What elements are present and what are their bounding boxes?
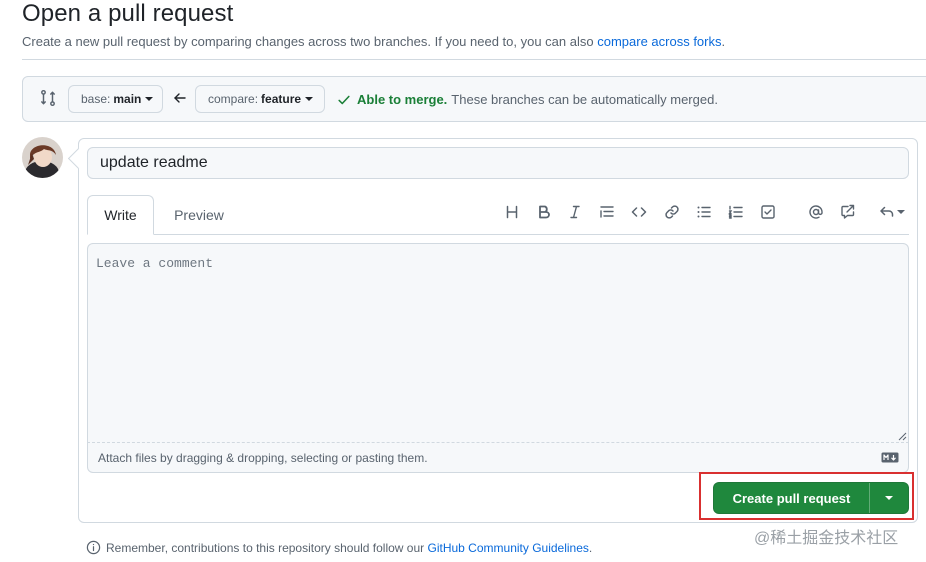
merge-status-detail: These branches can be automatically merg… [451,92,718,107]
link-icon[interactable] [660,200,684,224]
reference-icon[interactable] [836,200,860,224]
markdown-icon[interactable] [881,452,899,463]
create-pull-request-label: Create pull request [732,490,851,506]
ordered-list-icon[interactable] [724,200,748,224]
base-branch-selector[interactable]: base: main [68,85,163,113]
chevron-down-icon [897,210,905,214]
footer-note: Remember, contributions to this reposito… [86,540,592,555]
code-icon[interactable] [627,200,651,224]
merge-status-label: Able to merge. [357,92,448,107]
quote-icon[interactable] [595,200,619,224]
compare-forks-link[interactable]: compare across forks [597,34,721,49]
base-branch-prefix: base: [81,92,111,106]
create-pull-request-button[interactable]: Create pull request [713,482,909,514]
mention-icon[interactable] [804,200,828,224]
chevron-down-icon [305,97,314,101]
unordered-list-icon[interactable] [692,200,716,224]
compare-branch-name: feature [261,92,302,106]
arrow-left-icon [174,93,186,103]
page-title: Open a pull request [22,0,234,27]
comment-textarea[interactable] [87,243,909,443]
compare-bar: base: main compare: feature Able to merg… [22,76,926,122]
pr-title-input[interactable] [87,147,909,179]
avatar [22,137,63,178]
resize-handle-icon[interactable] [897,431,907,441]
header-divider [22,59,926,60]
watermark: @稀土掘金技术社区 [754,530,899,547]
tab-write[interactable]: Write [87,195,154,235]
check-icon [338,95,350,104]
footer-note-end: . [588,540,593,555]
community-guidelines-link[interactable]: GitHub Community Guidelines [428,541,589,555]
merge-status: Able to merge. These branches can be aut… [337,92,718,107]
tab-preview[interactable]: Preview [160,195,238,235]
subtitle-end: . [721,34,726,49]
attach-files-hint: Attach files by dragging & dropping, sel… [98,450,428,465]
compare-branch-prefix: compare: [208,92,259,106]
subtitle-text: Create a new pull request by comparing c… [22,34,594,49]
chevron-down-icon [885,496,893,500]
heading-icon[interactable] [500,200,524,224]
compare-branches-icon [41,89,55,107]
italic-icon[interactable] [563,200,587,224]
footer-note-text: Remember, contributions to this reposito… [106,540,425,555]
compare-branch-selector[interactable]: compare: feature [195,85,325,113]
task-list-icon[interactable] [756,200,780,224]
page-subtitle: Create a new pull request by comparing c… [22,34,725,49]
reply-icon[interactable] [876,200,908,224]
info-icon [86,540,101,555]
bold-icon[interactable] [532,200,556,224]
chevron-down-icon [145,97,154,101]
attach-files-bar[interactable]: Attach files by dragging & dropping, sel… [87,443,909,473]
create-options-dropdown[interactable] [870,483,908,513]
base-branch-name: main [113,92,142,106]
